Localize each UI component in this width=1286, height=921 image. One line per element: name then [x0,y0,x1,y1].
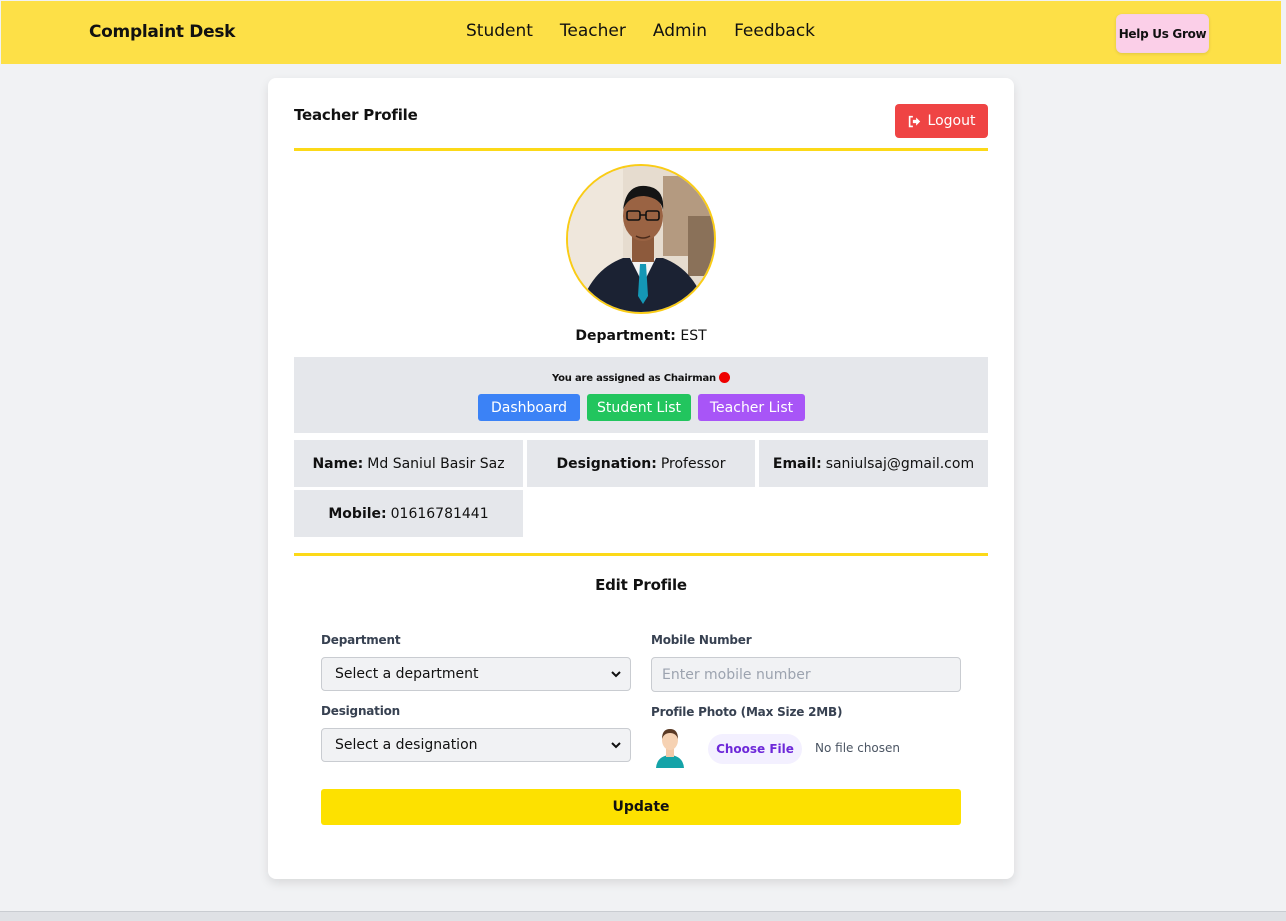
designation-label: Designation: [556,455,657,472]
email-value: saniulsaj@gmail.com [825,455,975,472]
department-display: Department: EST [268,328,1014,344]
mobile-label: Mobile: [328,505,387,522]
info-name: Name: Md Saniul Basir Saz [294,440,523,487]
info-designation: Designation: Professor [527,440,755,487]
file-status: No file chosen [815,741,901,755]
designation-value: Professor [660,455,726,472]
name-label: Name: [312,455,364,472]
top-navbar: Complaint Desk Student Teacher Admin Fee… [1,1,1281,64]
designation-select-value: Select a designation [335,737,478,753]
profile-card: Teacher Profile Logout Department: EST Y… [268,78,1014,879]
mobile-value: 01616781441 [390,505,489,522]
logout-label: Logout [927,113,976,129]
divider-middle [294,553,988,556]
brand-logo[interactable]: Complaint Desk [89,22,235,42]
chevron-down-icon [611,671,621,678]
teacher-list-button[interactable]: Teacher List [698,394,805,421]
mobile-field-label: Mobile Number [651,633,752,647]
chevron-down-icon [611,742,621,749]
divider-top [294,148,988,151]
nav-links: Student Teacher Admin Feedback [466,21,815,41]
default-avatar-icon [656,729,684,768]
mobile-number-input[interactable]: Enter mobile number [651,657,961,692]
mobile-placeholder: Enter mobile number [662,666,811,683]
update-button[interactable]: Update [321,789,961,825]
department-label: Department: [575,328,676,344]
page-title: Teacher Profile [294,106,418,124]
logout-icon [908,115,920,127]
profile-photo [568,166,714,312]
info-email: Email: saniulsaj@gmail.com [759,440,988,487]
status-dot-icon [718,372,730,383]
chairman-notice: You are assigned as Chairman [294,372,988,384]
nav-link-feedback[interactable]: Feedback [734,21,815,41]
department-select-value: Select a department [335,666,479,682]
browser-bottom-bar [0,911,1286,921]
photo-field-label: Profile Photo (Max Size 2MB) [651,705,843,719]
email-label: Email: [772,455,822,472]
chairman-panel: You are assigned as Chairman Dashboard S… [294,357,988,433]
department-select[interactable]: Select a department [321,657,631,691]
nav-link-student[interactable]: Student [466,21,533,41]
department-value: EST [680,328,707,344]
chairman-text: You are assigned as Chairman [552,373,716,384]
logout-button[interactable]: Logout [895,104,988,138]
dashboard-button[interactable]: Dashboard [478,394,580,421]
nav-link-teacher[interactable]: Teacher [560,21,626,41]
nav-link-admin[interactable]: Admin [653,21,707,41]
info-mobile: Mobile: 01616781441 [294,490,523,537]
chairman-actions: Dashboard Student List Teacher List [478,394,805,421]
department-field-label: Department [321,633,401,647]
help-us-grow-button[interactable]: Help Us Grow [1116,14,1209,53]
choose-file-button[interactable]: Choose File [708,734,802,764]
name-value: Md Saniul Basir Saz [367,455,505,472]
edit-profile-title: Edit Profile [595,576,687,594]
student-list-button[interactable]: Student List [587,394,691,421]
designation-select[interactable]: Select a designation [321,728,631,762]
designation-field-label: Designation [321,704,401,718]
avatar [566,164,716,314]
